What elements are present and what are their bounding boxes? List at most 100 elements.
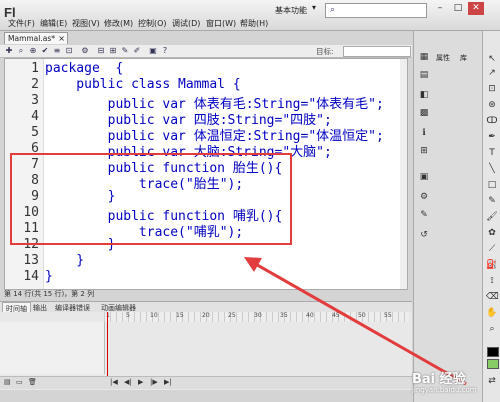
frame-number: 20 — [202, 312, 210, 319]
comment-icon[interactable]: ✎ — [120, 46, 130, 56]
find-icon[interactable]: ⌕ — [16, 46, 26, 56]
line-number: 5 — [31, 125, 39, 140]
new-folder-icon[interactable]: ▭ — [16, 378, 23, 386]
menu-file[interactable]: 文件(F) — [8, 18, 35, 29]
menu-edit[interactable]: 编辑(E) — [40, 18, 67, 29]
line-number: 13 — [23, 253, 39, 268]
editor-scrollbar[interactable] — [400, 59, 407, 289]
line-number: 14 — [23, 269, 39, 284]
workspace-switcher[interactable]: 基本功能 — [275, 5, 307, 16]
uncomment-icon[interactable]: ✐ — [132, 46, 142, 56]
help-icon[interactable]: ? — [160, 46, 170, 56]
delete-icon[interactable]: 🗑 — [28, 378, 37, 386]
timeline-tabs: 时间轴 输出 编译器错误 动画编辑器 — [0, 301, 412, 315]
code-line[interactable]: } — [45, 269, 53, 284]
script-toolbar: ✚ ⌕ ⊕ ✔ ≡ ⊡ ⚙ ⊟ ⊞ ✎ ✐ ▣ ? 目标: — [0, 45, 412, 58]
close-icon[interactable]: × — [58, 33, 65, 45]
snippets-icon[interactable]: ▣ — [148, 46, 158, 56]
add-statement-icon[interactable]: ✚ — [4, 46, 14, 56]
menu-tools[interactable]: 修改(M) — [104, 18, 133, 29]
timeline-panel: 1 5 10 15 20 25 30 35 40 45 50 55 ▤ ▭ 🗑 … — [0, 312, 412, 390]
library-icon[interactable]: ▤ — [418, 69, 430, 81]
lasso-tool-icon[interactable]: ↀ — [486, 115, 498, 127]
frame-number: 40 — [306, 312, 314, 319]
pen-tool-icon[interactable]: ✒ — [486, 131, 498, 143]
library-tab[interactable]: 库 — [460, 53, 467, 63]
transform-tool-icon[interactable]: ⊡ — [486, 83, 498, 95]
components-icon[interactable]: ▣ — [418, 171, 430, 183]
swap-colors-icon[interactable]: ⇄ — [486, 375, 498, 387]
color-icon[interactable]: ◧ — [418, 89, 430, 101]
watermark-url: jingyan.baidu.com — [412, 386, 477, 394]
eraser-tool-icon[interactable]: ⌫ — [486, 291, 499, 303]
frame-number: 45 — [332, 312, 340, 319]
tools-panel: ↖ ↗ ⊡ ⊛ ↀ ✒ T ╲ □ ✎ 🖌 ✿ ⟋ ⛽ ⟟ ⌫ ✋ ⌕ ⇄ — [482, 31, 500, 402]
code-line[interactable]: package { — [45, 61, 123, 76]
line-number: 3 — [31, 93, 39, 108]
maximize-button[interactable]: □ — [450, 2, 466, 15]
zoom-tool-icon[interactable]: ⌕ — [486, 323, 498, 335]
pencil-tool-icon[interactable]: ✎ — [486, 195, 498, 207]
swatches-icon[interactable]: ▩ — [418, 107, 430, 119]
3d-rotation-tool-icon[interactable]: ⊛ — [486, 99, 498, 111]
history-icon[interactable]: ↺ — [418, 229, 430, 241]
target-icon[interactable]: ⊕ — [28, 46, 38, 56]
collapse-icon[interactable]: ⊟ — [96, 46, 106, 56]
line-number: 4 — [31, 109, 39, 124]
properties-icon[interactable]: ▦ — [418, 51, 430, 63]
line-number: 1 — [31, 61, 39, 76]
brush-tool-icon[interactable]: 🖌 — [486, 211, 498, 223]
eyedropper-tool-icon[interactable]: ⟟ — [486, 275, 498, 287]
code-line[interactable]: public class Mammal { — [45, 77, 240, 92]
new-layer-icon[interactable]: ▤ — [4, 378, 11, 386]
menu-window[interactable]: 窗口(W) — [206, 18, 236, 29]
highlight-annotation-box — [10, 153, 292, 245]
info-icon[interactable]: ℹ — [418, 127, 430, 139]
chevron-down-icon[interactable]: ▾ — [312, 3, 316, 12]
frame-number: 30 — [254, 312, 262, 319]
debug-icon[interactable]: ⚙ — [80, 46, 90, 56]
rectangle-tool-icon[interactable]: □ — [486, 179, 498, 191]
stroke-color-swatch[interactable] — [487, 347, 499, 357]
menu-help[interactable]: 帮助(H) — [240, 18, 268, 29]
first-frame-icon[interactable]: |◀ — [110, 378, 118, 386]
selection-tool-icon[interactable]: ↖ — [486, 53, 498, 65]
fill-color-swatch[interactable] — [487, 359, 499, 369]
code-snippets-icon[interactable]: ✎ — [418, 209, 430, 221]
search-input[interactable]: ⌕ — [325, 3, 427, 18]
minimize-button[interactable]: – — [432, 2, 448, 15]
properties-tab[interactable]: 属性 — [436, 53, 450, 63]
layer-panel[interactable] — [0, 322, 105, 374]
menu-view[interactable]: 视图(V) — [72, 18, 100, 29]
next-frame-icon[interactable]: |▶ — [150, 378, 158, 386]
bone-tool-icon[interactable]: ⟋ — [486, 243, 498, 255]
check-syntax-icon[interactable]: ✔ — [40, 46, 50, 56]
last-frame-icon[interactable]: ▶| — [164, 378, 172, 386]
play-icon[interactable]: ▶ — [138, 378, 143, 386]
menu-debug[interactable]: 调试(D) — [172, 18, 200, 29]
close-button[interactable]: ✕ — [468, 2, 484, 15]
text-tool-icon[interactable]: T — [486, 147, 498, 159]
document-tab-label: Mammal.as* — [8, 34, 55, 43]
code-hint-icon[interactable]: ⊡ — [64, 46, 74, 56]
line-tool-icon[interactable]: ╲ — [486, 163, 498, 175]
frame-number: 5 — [126, 312, 130, 319]
code-line[interactable]: } — [45, 253, 84, 268]
hand-tool-icon[interactable]: ✋ — [486, 307, 498, 319]
transform-icon[interactable]: ⊞ — [418, 145, 430, 157]
watermark-logo: Bai 经验 — [412, 372, 466, 387]
expand-icon[interactable]: ⊞ — [108, 46, 118, 56]
menu-control[interactable]: 控制(O) — [138, 18, 167, 29]
search-icon: ⌕ — [330, 5, 336, 15]
target-select[interactable] — [343, 46, 411, 57]
document-tab[interactable]: Mammal.as* × — [4, 32, 68, 44]
deco-tool-icon[interactable]: ✿ — [486, 227, 498, 239]
subselection-tool-icon[interactable]: ↗ — [486, 67, 498, 79]
prev-frame-icon[interactable]: ◀| — [124, 378, 132, 386]
format-icon[interactable]: ≡ — [52, 46, 62, 56]
paint-bucket-tool-icon[interactable]: ⛽ — [486, 259, 498, 271]
motion-presets-icon[interactable]: ⚙ — [418, 191, 430, 203]
frame-ruler[interactable]: 1 5 10 15 20 25 30 35 40 45 50 55 — [104, 312, 409, 322]
frame-number: 50 — [358, 312, 366, 319]
frame-number: 10 — [150, 312, 158, 319]
